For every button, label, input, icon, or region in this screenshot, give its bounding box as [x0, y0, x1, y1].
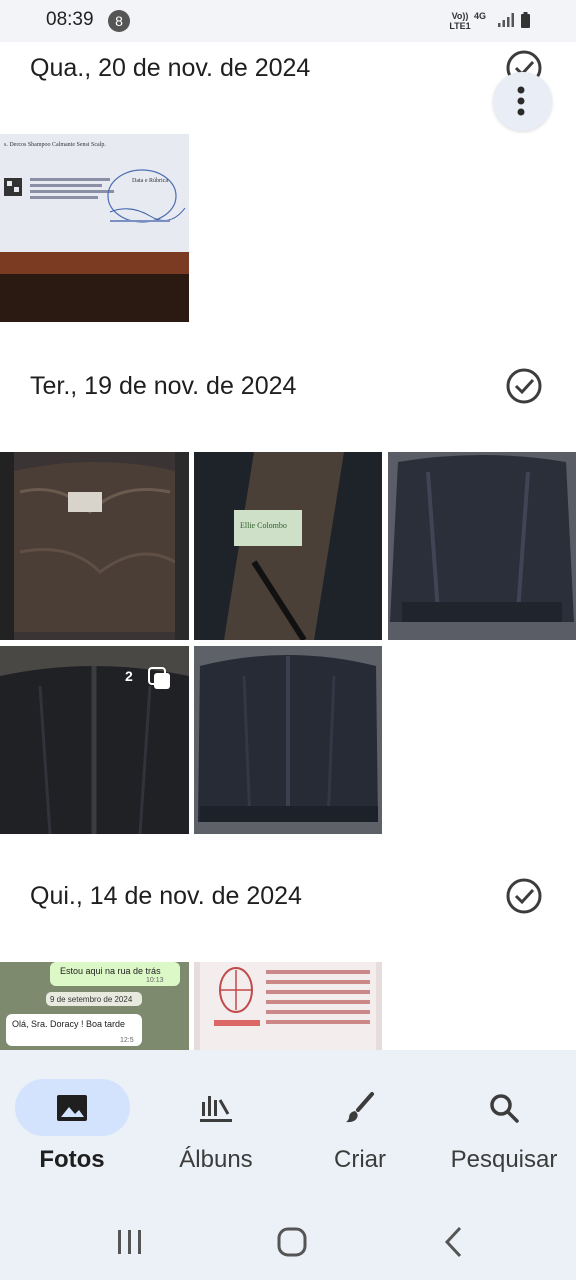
back-icon[interactable] — [434, 1222, 474, 1262]
brush-icon — [346, 1092, 374, 1123]
jacket-front-closed-image — [194, 646, 382, 834]
photo-thumbnail[interactable]: s. Dercos Shampoo Calmante Sensi Scalp. … — [0, 134, 189, 322]
dental-chart-image — [194, 962, 382, 1050]
network-type-indicator: 4G — [474, 11, 487, 21]
photo-thumbnail[interactable] — [388, 452, 576, 640]
jacket-lining-image — [0, 452, 189, 640]
more-options-button[interactable] — [493, 72, 552, 131]
status-time: 08:39 — [46, 9, 94, 30]
photo-thumbnail[interactable]: Estou aqui na rua de trás 10:13 9 de set… — [0, 962, 189, 1050]
jacket-back-image — [388, 452, 576, 640]
nav-tab-pesquisar[interactable]: Pesquisar — [432, 1064, 576, 1184]
volte-indicator: Vo)) LTE1 — [449, 11, 471, 31]
date-header: Qua., 20 de nov. de 2024 — [30, 54, 311, 82]
document-photo-image: s. Dercos Shampoo Calmante Sensi Scalp. … — [0, 134, 189, 322]
photo-thumbnail[interactable]: 2 — [0, 646, 189, 834]
nav-tab-albuns[interactable]: Álbuns — [144, 1064, 288, 1184]
nav-tab-fotos[interactable]: Fotos — [0, 1064, 144, 1184]
photo-timeline[interactable]: Qua., 20 de nov. de 2024 s. Dercos Shamp… — [0, 42, 576, 1050]
signal-icon — [498, 13, 514, 27]
burst-count: 2 — [125, 668, 133, 684]
select-all-check-icon[interactable] — [504, 876, 544, 916]
nav-label-pesquisar: Pesquisar — [450, 1146, 558, 1173]
chat-message-text: Estou aqui na rua de trás — [60, 966, 161, 976]
notification-count-badge: 8 — [108, 10, 130, 32]
date-header: Qui., 14 de nov. de 2024 — [30, 882, 302, 910]
photo-thumbnail[interactable] — [194, 646, 382, 834]
nav-label-fotos: Fotos — [39, 1146, 105, 1173]
search-icon — [490, 1094, 519, 1123]
nav-label-criar: Criar — [334, 1146, 386, 1173]
more-vert-icon — [517, 86, 525, 116]
jacket-label-image: Ellie Colombo — [194, 452, 382, 640]
system-navigation-bar — [0, 1200, 576, 1280]
status-bar: 08:39 8 Vo)) LTE1 4G — [0, 0, 576, 42]
nav-tab-criar[interactable]: Criar — [288, 1064, 432, 1184]
bottom-navigation: Fotos Álbuns Criar Pesquisar — [0, 1050, 576, 1200]
chat-screenshot-image: Estou aqui na rua de trás 10:13 9 de set… — [0, 962, 189, 1050]
chat-date-chip: 9 de setembro de 2024 — [50, 995, 133, 1004]
date-header: Ter., 19 de nov. de 2024 — [30, 372, 297, 400]
chat-time-text: 10:13 — [146, 977, 164, 984]
recent-apps-icon[interactable] — [110, 1222, 150, 1262]
chat-time-text: 12:5 — [120, 1037, 134, 1044]
select-all-check-icon[interactable] — [504, 366, 544, 406]
photo-thumbnail[interactable] — [0, 452, 189, 640]
albums-icon — [200, 1096, 232, 1122]
document-header-text: s. Dercos Shampoo Calmante Sensi Scalp. — [4, 142, 106, 148]
photo-thumbnail[interactable]: Ellie Colombo — [194, 452, 382, 640]
jacket-label-text: Ellie Colombo — [240, 521, 287, 530]
multiple-photos-icon — [148, 667, 170, 689]
document-stamp-text: Data e Rúbrica — [132, 178, 168, 184]
nav-label-albuns: Álbuns — [179, 1146, 253, 1173]
photo-thumbnail[interactable] — [194, 962, 382, 1050]
chat-message-text: Olá, Sra. Doracy ! Boa tarde — [12, 1019, 125, 1029]
home-icon[interactable] — [272, 1222, 312, 1262]
photo-icon — [57, 1095, 87, 1121]
battery-icon — [521, 12, 530, 28]
